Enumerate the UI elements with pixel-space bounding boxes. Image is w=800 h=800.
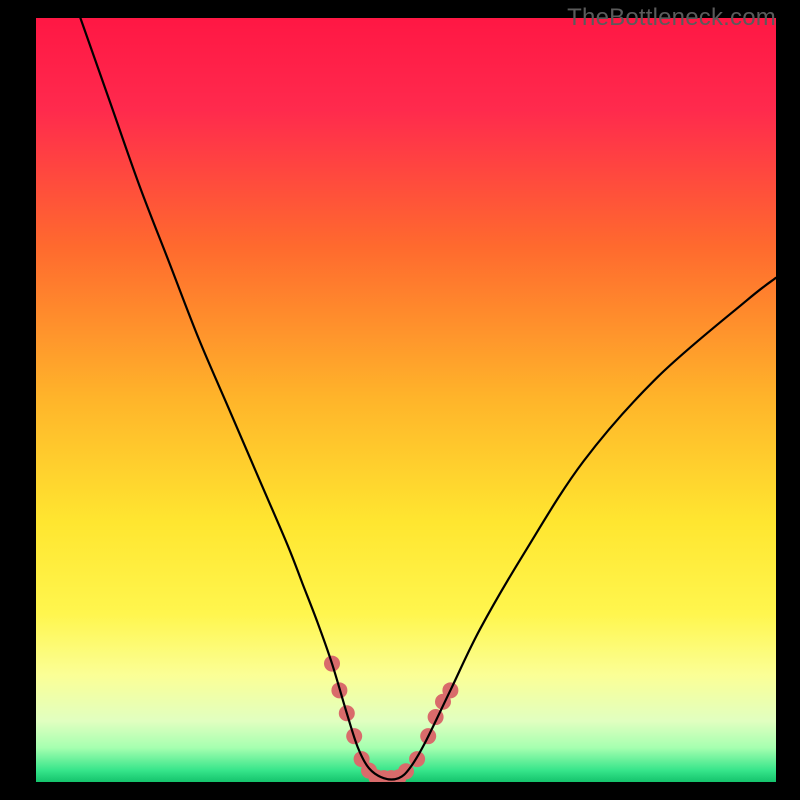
plot-area	[36, 18, 776, 782]
chart-frame: TheBottleneck.com	[0, 0, 800, 800]
watermark-text: TheBottleneck.com	[567, 4, 776, 32]
highlight-markers	[324, 656, 458, 782]
bottleneck-curve	[80, 18, 776, 779]
chart-svg	[36, 18, 776, 782]
